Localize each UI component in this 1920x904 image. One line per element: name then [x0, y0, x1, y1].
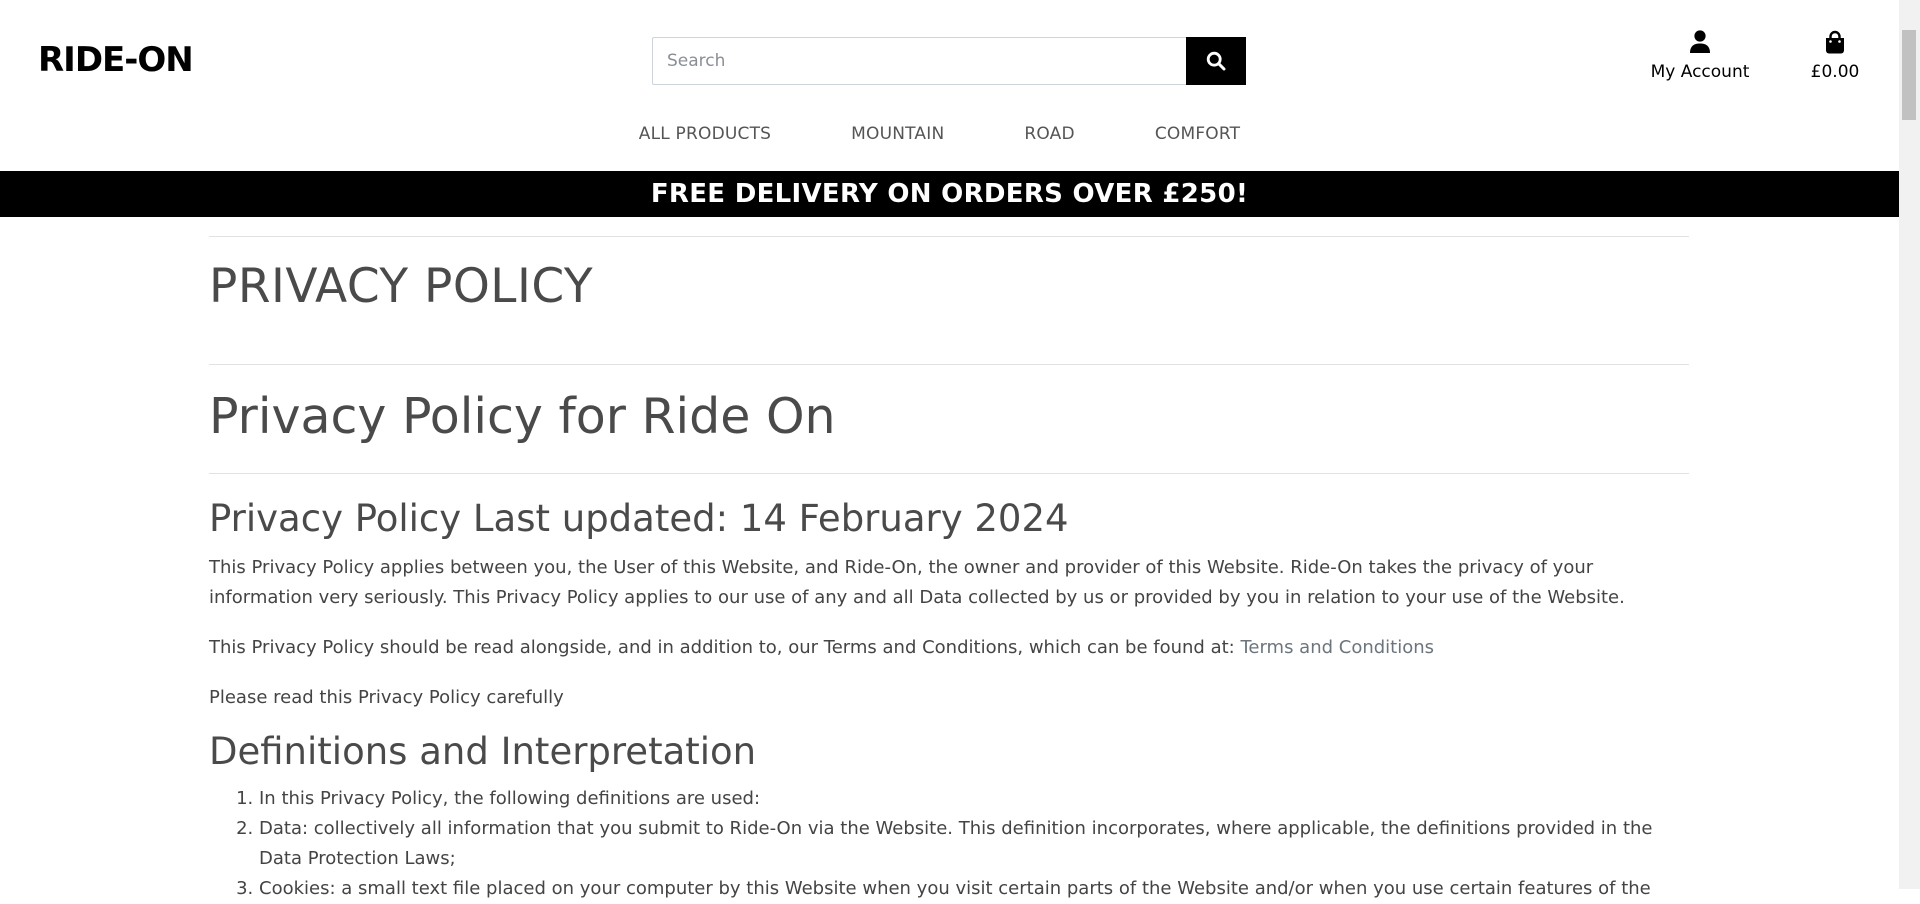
terms-paragraph: This Privacy Policy should be read along… — [209, 633, 1689, 663]
delivery-banner: FREE DELIVERY ON ORDERS OVER £250! — [0, 171, 1899, 217]
page-title: PRIVACY POLICY — [209, 259, 594, 314]
definitions-list: In this Privacy Policy, the following de… — [209, 784, 1689, 904]
list-item: Cookies: a small text file placed on you… — [259, 874, 1689, 904]
search-button[interactable] — [1186, 37, 1246, 85]
delivery-banner-text: FREE DELIVERY ON ORDERS OVER £250! — [650, 179, 1249, 209]
user-icon — [1690, 30, 1710, 53]
list-item: In this Privacy Policy, the following de… — [259, 784, 1689, 814]
page-scrollbar[interactable] — [1899, 0, 1920, 889]
search-form — [652, 37, 1246, 85]
scrollbar-thumb[interactable] — [1902, 30, 1916, 120]
document-title: Privacy Policy for Ride On — [209, 388, 836, 445]
terms-and-conditions-link[interactable]: Terms and Conditions — [1240, 637, 1434, 658]
site-logo[interactable]: RIDE-ON — [38, 40, 194, 80]
divider — [209, 236, 1689, 237]
main-nav: ALL PRODUCTS MOUNTAIN ROAD COMFORT — [0, 124, 1899, 144]
shopping-bag-link[interactable]: £0.00 — [1800, 30, 1870, 82]
my-account-link[interactable]: My Account — [1644, 30, 1756, 82]
search-icon — [1206, 51, 1226, 71]
nav-item-road[interactable]: ROAD — [1024, 124, 1074, 144]
nav-item-comfort[interactable]: COMFORT — [1155, 124, 1240, 144]
terms-paragraph-text: This Privacy Policy should be read along… — [209, 637, 1241, 658]
last-updated-heading: Privacy Policy Last updated: 14 February… — [209, 497, 1069, 540]
my-account-label: My Account — [1650, 62, 1750, 82]
intro-paragraph: This Privacy Policy applies between you,… — [209, 557, 1625, 608]
divider — [209, 473, 1689, 474]
site-header: RIDE-ON My Account £0.00 ALL PRODUCTS MO… — [0, 0, 1899, 171]
nav-item-all-products[interactable]: ALL PRODUCTS — [639, 124, 771, 144]
read-carefully-paragraph: Please read this Privacy Policy carefull… — [209, 687, 564, 708]
divider — [209, 364, 1689, 365]
definitions-heading: Definitions and Interpretation — [209, 730, 757, 773]
shopping-bag-icon — [1826, 30, 1844, 54]
search-input[interactable] — [652, 37, 1186, 85]
list-item: Data: collectively all information that … — [259, 814, 1689, 874]
nav-item-mountain[interactable]: MOUNTAIN — [851, 124, 944, 144]
cart-total: £0.00 — [1810, 62, 1860, 82]
main-content: PRIVACY POLICY Privacy Policy for Ride O… — [209, 236, 1689, 904]
